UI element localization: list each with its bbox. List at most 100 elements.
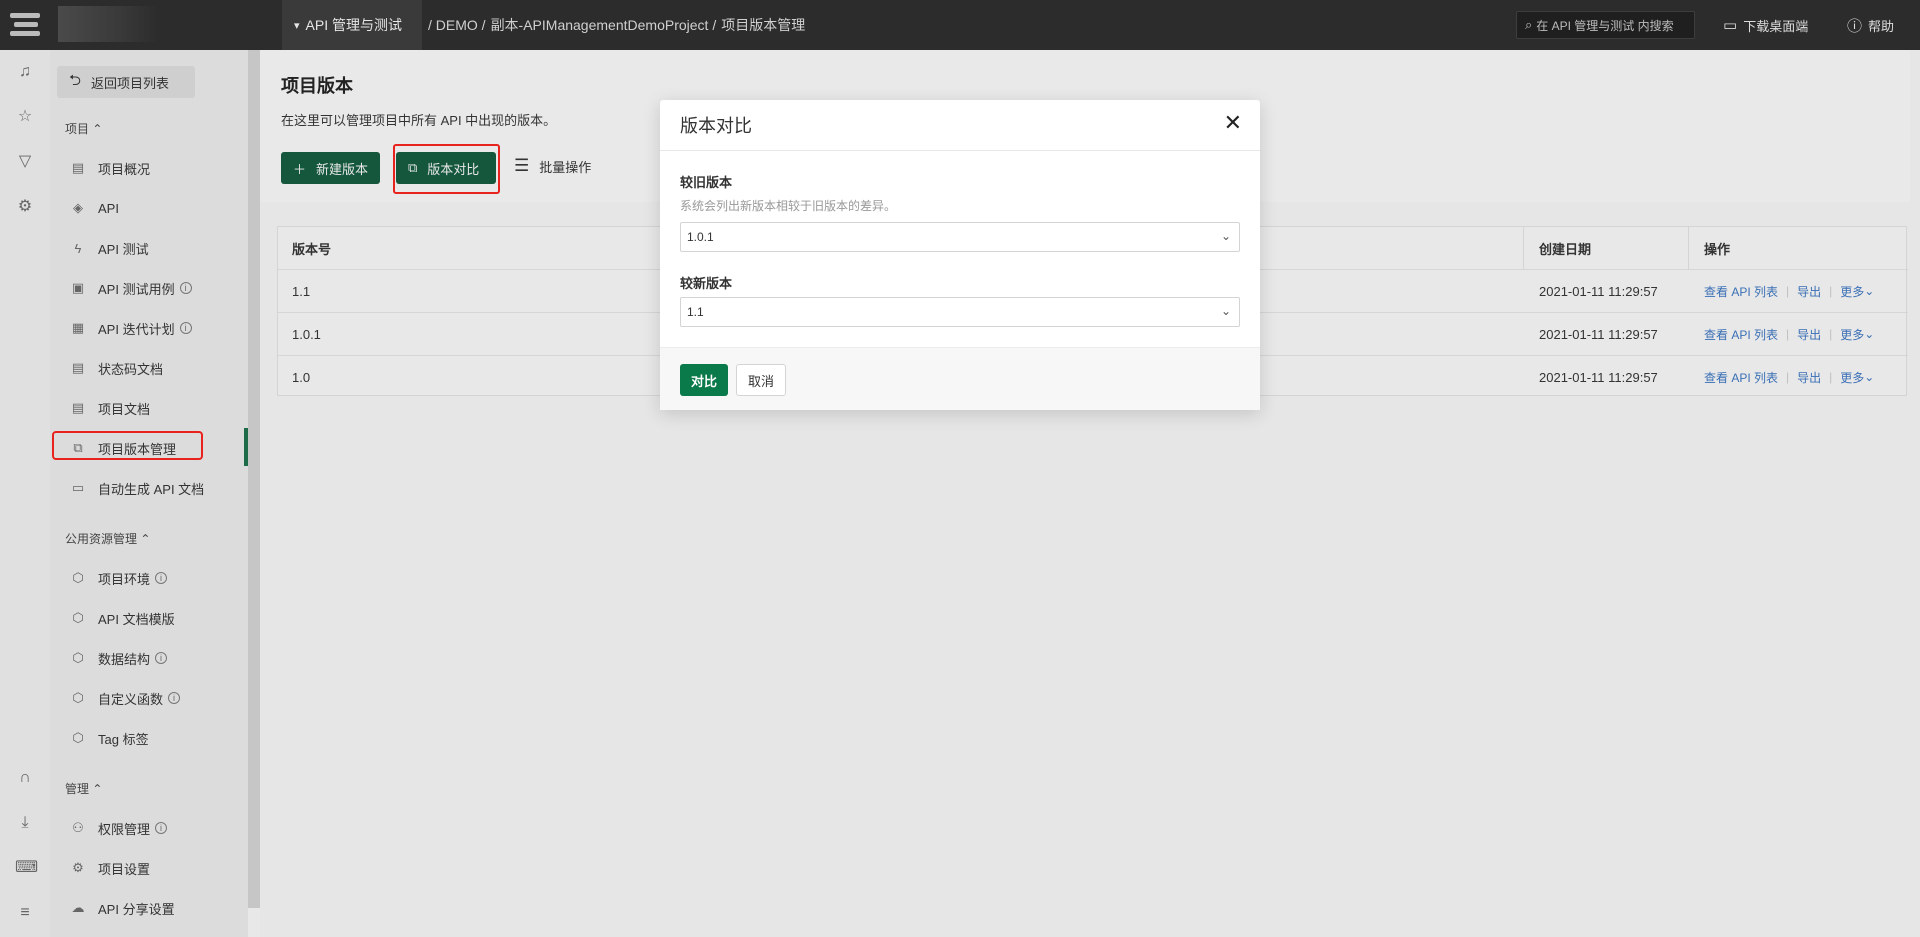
info-icon[interactable]: i (168, 692, 181, 704)
sidebar-item-api[interactable]: ◈ API (64, 193, 234, 223)
more-link[interactable]: 更多 (1840, 283, 1864, 300)
sidebar-item-label: 数据结构 (98, 651, 151, 667)
shirt-icon[interactable]: ▽ (15, 152, 35, 172)
section-project[interactable]: 项目 ⌃ (65, 120, 102, 137)
cube-icon: ⬡ (72, 570, 84, 585)
cube-icon: ⬡ (72, 610, 84, 625)
download-icon[interactable]: ⤓ (15, 813, 35, 833)
headset-icon[interactable]: ∩ (15, 768, 35, 788)
section-label: 项目 (65, 122, 90, 136)
sidebar-item-label: 项目概况 (98, 161, 151, 177)
sidebar-item-permissions[interactable]: ⚇ 权限管理 i (64, 813, 234, 843)
sidebar-item-api-test[interactable]: ϟ API 测试 (64, 233, 234, 263)
back-to-projects-button[interactable]: ⮌ 返回项目列表 (57, 66, 195, 98)
cancel-button[interactable]: 取消 (736, 364, 786, 396)
global-search-input[interactable]: ⌕ 在 API 管理与测试 内搜索 (1516, 11, 1695, 39)
download-desktop-button[interactable]: ▭ 下载桌面端 (1723, 0, 1808, 50)
cube-icon: ⬡ (72, 690, 84, 705)
info-icon[interactable]: i (155, 572, 168, 584)
chevron-down-icon: ⌄ (1864, 284, 1875, 298)
chevron-down-icon: ⌄ (1220, 229, 1231, 243)
logo[interactable] (0, 0, 158, 50)
export-link[interactable]: 导出 (1797, 283, 1821, 300)
plus-icon: ＋ (293, 161, 307, 177)
new-version-label: 较新版本 (680, 276, 733, 291)
sidebar-item-status-codes[interactable]: ▤ 状态码文档 (64, 353, 234, 383)
batch-label: 批量操作 (539, 159, 592, 175)
info-icon[interactable]: i (179, 282, 192, 294)
sidebar-item-label: 项目文档 (98, 401, 151, 417)
old-version-select[interactable]: 1.0.1 ⌄ (680, 222, 1240, 252)
sidebar-item-doc-templates[interactable]: ⬡ API 文档模版 (64, 603, 234, 633)
breadcrumb-item[interactable]: / DEMO / (428, 17, 486, 33)
info-icon[interactable]: i (155, 652, 168, 664)
cloud-icon: ☁ (71, 900, 85, 915)
new-version-button[interactable]: ＋ 新建版本 (281, 152, 381, 184)
created-cell: 2021-01-11 11:29:57 (1539, 283, 1658, 299)
compare-confirm-button[interactable]: 对比 (680, 364, 728, 396)
header-actions: 操作 (1704, 241, 1731, 257)
document-icon: ▤ (71, 360, 85, 375)
sidebar-item-data-struct[interactable]: ⬡ 数据结构 i (64, 643, 234, 673)
versions-highlight-box (52, 431, 203, 460)
keyboard-icon[interactable]: ⌨ (15, 858, 38, 878)
export-link[interactable]: 导出 (1797, 369, 1821, 386)
sidebar-scrollbar[interactable] (248, 50, 260, 908)
more-link[interactable]: 更多 (1840, 369, 1864, 386)
breadcrumb-item[interactable]: 副本-APIManagementDemoProject / (491, 15, 717, 35)
section-label: 公用资源管理 (65, 532, 138, 546)
version-cell: 1.0.1 (292, 326, 321, 342)
view-api-list-link[interactable]: 查看 API 列表 (1704, 369, 1778, 386)
dialog-title: 版本对比 (680, 116, 752, 136)
sidebar-item-label: API 文档模版 (98, 611, 175, 627)
sidebar-item-api-cases[interactable]: ▣ API 测试用例 i (64, 273, 234, 303)
sidebar-item-api-iteration[interactable]: ▦ API 迭代计划 i (64, 313, 234, 343)
version-cell: 1.1 (292, 283, 311, 299)
sidebar-item-label: 项目设置 (98, 861, 151, 877)
section-public-resources[interactable]: 公用资源管理 ⌃ (65, 530, 150, 547)
gear-icon[interactable]: ⚙ (15, 197, 35, 217)
project-menu[interactable]: ▾ API 管理与测试 (282, 0, 422, 50)
view-api-list-link[interactable]: 查看 API 列表 (1704, 326, 1778, 343)
sidebar-item-label: API 分享设置 (98, 901, 175, 917)
export-link[interactable]: 导出 (1797, 326, 1821, 343)
header-version: 版本号 (292, 241, 332, 257)
breadcrumb: / DEMO / 副本-APIManagementDemoProject / 项… (428, 0, 810, 50)
bell-icon[interactable]: ♫ (15, 62, 35, 82)
sidebar-item-share[interactable]: ☁ API 分享设置 (64, 893, 234, 923)
sidebar-item-custom-func[interactable]: ⬡ 自定义函数 i (64, 683, 234, 713)
info-icon[interactable]: i (155, 822, 168, 834)
sidebar-item-settings[interactable]: ⚙ 项目设置 (64, 853, 234, 883)
user-icon: ⚇ (72, 820, 84, 835)
blurred-brand (58, 6, 158, 42)
new-version-select[interactable]: 1.1 ⌄ (680, 297, 1240, 327)
row-actions: 查看 API 列表 | 导出 | 更多 ⌄ (1704, 326, 1875, 343)
info-icon[interactable]: i (179, 322, 192, 334)
batch-operation-button[interactable]: ☰ 批量操作 (514, 156, 591, 176)
section-manage[interactable]: 管理 ⌃ (65, 780, 102, 797)
robot-icon: ▭ (71, 480, 85, 495)
star-icon[interactable]: ☆ (15, 107, 35, 127)
compare-versions-dialog: 版本对比 ✕ 较旧版本 系统会列出新版本相较于旧版本的差异。 1.0.1 ⌄ 较… (660, 100, 1260, 410)
view-api-list-link[interactable]: 查看 API 列表 (1704, 283, 1778, 300)
sidebar-item-tags[interactable]: ⬡ Tag 标签 (64, 723, 234, 753)
list-icon[interactable]: ≡ (15, 903, 35, 923)
calendar-icon: ▦ (71, 320, 85, 335)
search-placeholder: 在 API 管理与测试 内搜索 (1536, 18, 1674, 33)
sidebar-item-autogen[interactable]: ▭ 自动生成 API 文档 (64, 473, 234, 503)
divider (660, 150, 1260, 151)
sidebar-item-env[interactable]: ⬡ 项目环境 i (64, 563, 234, 593)
sidebar-item-label: 自定义函数 (98, 691, 164, 707)
sidebar-item-label: API 迭代计划 (98, 321, 175, 337)
sidebar-item-label: API (98, 200, 119, 216)
sidebar-item-docs[interactable]: ▤ 项目文档 (64, 393, 234, 423)
grid-icon: ▤ (71, 160, 85, 175)
sidebar-item-label: 项目环境 (98, 571, 151, 587)
top-bar: ▾ API 管理与测试 / DEMO / 副本-APIManagementDem… (0, 0, 1920, 50)
more-link[interactable]: 更多 (1840, 326, 1864, 343)
help-button[interactable]: ⓘ 帮助 (1847, 0, 1894, 50)
back-arrow-icon: ⮌ (69, 71, 82, 89)
sidebar-item-overview[interactable]: ▤ 项目概况 (64, 153, 234, 183)
close-icon[interactable]: ✕ (1224, 110, 1242, 136)
sidebar-item-label: 状态码文档 (98, 361, 164, 377)
